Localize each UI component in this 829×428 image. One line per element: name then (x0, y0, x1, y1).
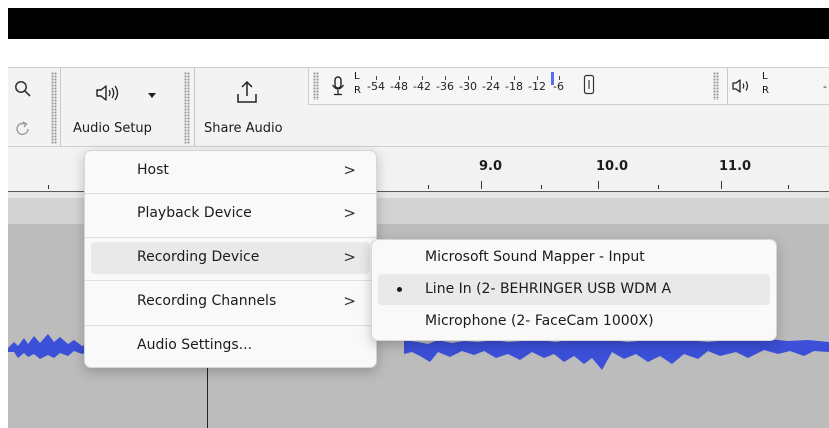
recording-device-option[interactable]: Microphone (2- FaceCam 1000X) (378, 306, 770, 337)
toolbar-divider (727, 68, 728, 104)
redo-icon[interactable] (14, 120, 32, 138)
share-audio-button[interactable]: Share Audio (198, 68, 303, 147)
meter-tick: -24 (482, 80, 500, 93)
ruler-tick (428, 185, 429, 189)
title-bar (8, 8, 829, 39)
device-option-label: Line In (2- BEHRINGER USB WDM A (425, 281, 672, 297)
dropdown-caret-icon (148, 93, 156, 98)
menu-item-host[interactable]: Host > (91, 155, 370, 187)
selected-bullet-icon (397, 287, 402, 292)
menu-item-audio-settings[interactable]: Audio Settings... (91, 330, 370, 362)
microphone-icon[interactable] (331, 76, 345, 96)
ruler-tick (541, 185, 542, 189)
ruler-label: 11.0 (719, 159, 752, 174)
playback-speaker-icon[interactable] (731, 76, 755, 96)
chevron-right-icon: > (343, 204, 356, 222)
device-option-label: Microsoft Sound Mapper - Input (425, 249, 645, 265)
recording-device-submenu: Microsoft Sound Mapper - Input Line In (… (371, 239, 777, 341)
playback-meter-left-label: L (762, 71, 768, 82)
meter-tick: -48 (390, 80, 408, 93)
audio-setup-button[interactable]: Audio Setup (64, 68, 176, 147)
ruler-tick (788, 185, 789, 189)
share-icon (237, 80, 257, 103)
meter-tick: -6 (553, 80, 564, 93)
toolbar-grip[interactable] (51, 72, 57, 144)
toolbar-grip[interactable] (713, 72, 719, 100)
meter-tick: -36 (436, 80, 454, 93)
audio-setup-label: Audio Setup (73, 121, 152, 136)
menu-item-recording-device[interactable]: Recording Device > (91, 242, 370, 274)
meter-left-label: L (354, 71, 360, 82)
share-audio-label: Share Audio (204, 121, 283, 136)
menu-item-label: Recording Channels (137, 293, 277, 309)
menu-item-label: Playback Device (137, 205, 252, 221)
ruler-tick (721, 181, 722, 189)
menu-item-label: Host (137, 162, 169, 178)
ruler-tick (481, 181, 482, 189)
audio-setup-menu: Host > Playback Device > Recording Devic… (84, 150, 377, 368)
recording-meter[interactable]: -54 -48 -42 -36 -30 -24 -18 -12 -6 (365, 68, 705, 104)
ruler-tick (48, 185, 49, 189)
speaker-icon (96, 85, 119, 101)
menu-item-recording-channels[interactable]: Recording Channels > (91, 286, 370, 318)
meter-slider-thumb-icon[interactable] (583, 74, 595, 96)
playback-meter-tick: - (823, 80, 827, 93)
menu-divider (85, 193, 376, 194)
menu-item-label: Audio Settings... (137, 337, 253, 353)
meter-tick: -30 (459, 80, 477, 93)
toolbar-divider (60, 68, 61, 147)
recording-device-option[interactable]: Microsoft Sound Mapper - Input (378, 242, 770, 273)
meter-peak-marker (551, 72, 554, 85)
playback-meter-right-label: R (762, 85, 769, 96)
toolbar-grip[interactable] (313, 72, 319, 100)
menu-divider (85, 280, 376, 281)
menu-divider (85, 325, 376, 326)
chevron-right-icon: > (343, 161, 356, 179)
zoom-icon[interactable] (14, 80, 32, 98)
ruler-label: 9.0 (479, 159, 503, 174)
meter-tick: -18 (505, 80, 523, 93)
chevron-right-icon: > (343, 248, 356, 266)
meter-tick: -42 (413, 80, 431, 93)
chevron-right-icon: > (343, 292, 356, 310)
menu-item-label: Recording Device (137, 249, 260, 265)
ruler-tick (598, 181, 599, 189)
meter-tick: -12 (528, 80, 546, 93)
main-toolbar: Audio Setup Share Audio L R -54 -48 -42 (8, 67, 829, 147)
meter-right-label: R (354, 85, 361, 96)
device-option-label: Microphone (2- FaceCam 1000X) (425, 313, 654, 329)
ruler-label: 10.0 (596, 159, 629, 174)
menu-divider (85, 237, 376, 238)
recording-device-option-selected[interactable]: Line In (2- BEHRINGER USB WDM A (378, 274, 770, 305)
meter-tick: -54 (367, 80, 385, 93)
recording-meter-toolbar: L R -54 -48 -42 -36 -30 -24 -18 -12 -6 L… (308, 68, 829, 105)
toolbar-divider (194, 68, 195, 147)
ruler-tick (658, 185, 659, 189)
menu-item-playback-device[interactable]: Playback Device > (91, 198, 370, 230)
toolbar-grip[interactable] (184, 72, 190, 144)
